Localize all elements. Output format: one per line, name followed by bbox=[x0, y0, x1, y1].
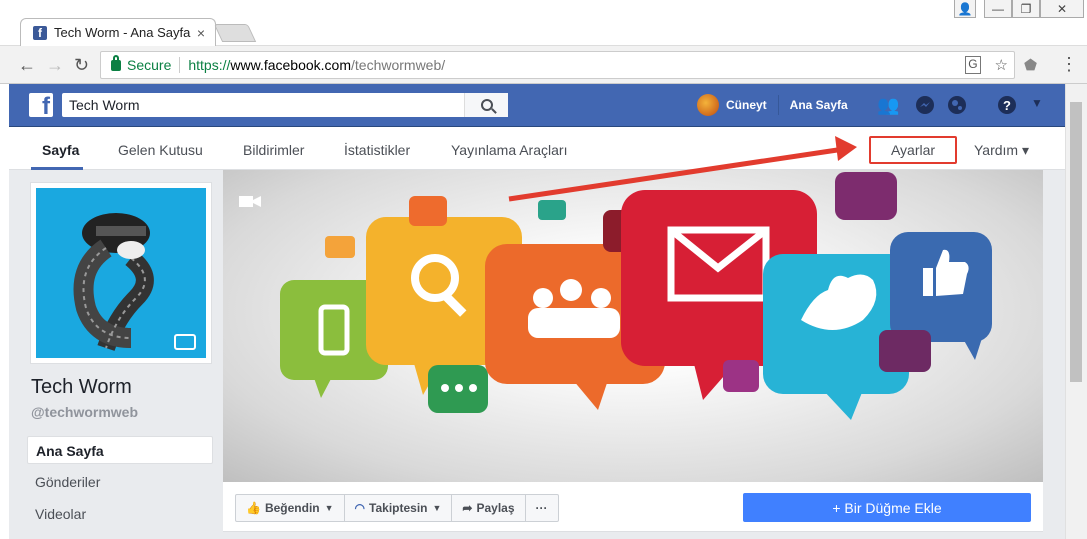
chevron-down-icon: ▼ bbox=[324, 503, 334, 513]
share-label: Paylaş bbox=[476, 501, 515, 515]
share-arrow-icon: ➦ bbox=[462, 501, 473, 515]
back-icon[interactable]: ← bbox=[18, 55, 36, 76]
new-tab-button[interactable] bbox=[213, 24, 257, 42]
maximize-button[interactable]: ❐ bbox=[1012, 0, 1040, 18]
camera-icon[interactable] bbox=[174, 334, 196, 350]
home-link[interactable]: Ana Sayfa bbox=[790, 98, 848, 112]
follow-label: Takiptesin bbox=[369, 501, 428, 515]
sidebar-item-home[interactable]: Ana Sayfa bbox=[27, 436, 213, 464]
page-scrollbar[interactable] bbox=[1065, 84, 1087, 539]
annotation-arrow bbox=[508, 136, 857, 202]
rss-icon: ◠ bbox=[354, 501, 366, 515]
forward-icon[interactable]: → bbox=[46, 55, 64, 76]
secure-label: Secure bbox=[127, 57, 172, 73]
follow-button[interactable]: ◠ Takiptesin ▼ bbox=[345, 495, 453, 521]
caret-down-icon[interactable]: ▼ bbox=[1031, 96, 1043, 110]
more-button[interactable]: ··· bbox=[526, 495, 558, 521]
help-icon[interactable]: ? bbox=[997, 95, 1017, 120]
svg-text:?: ? bbox=[1003, 98, 1011, 113]
browser-title-bar: 👤 — ❐ ✕ f Tech Worm - Ana Sayfa × bbox=[0, 0, 1087, 46]
reload-icon[interactable]: ↻ bbox=[74, 55, 89, 76]
sidebar-item-videos[interactable]: Videolar bbox=[27, 500, 213, 528]
browser-toolbar: ← → ↻ Secure https:// www.facebook.com /… bbox=[0, 46, 1087, 84]
avatar[interactable] bbox=[697, 94, 719, 116]
chevron-down-icon: ▼ bbox=[432, 503, 442, 513]
more-icon: ··· bbox=[535, 501, 548, 515]
search-icon bbox=[480, 99, 493, 111]
page-content: Tech Worm @techwormweb Ana Sayfa Gönderi… bbox=[9, 136, 1078, 539]
share-button[interactable]: ➦ Paylaş bbox=[452, 495, 526, 521]
minimize-button[interactable]: — bbox=[984, 0, 1012, 18]
chrome-menu-icon[interactable]: ⋮ bbox=[1060, 54, 1078, 75]
page-action-bar: 👍 Beğendin ▼ ◠ Takiptesin ▼ ➦ Paylaş ···… bbox=[223, 482, 1043, 532]
cta-label: + Bir Düğme Ekle bbox=[832, 499, 942, 516]
user-name-link[interactable]: Cüneyt bbox=[726, 98, 767, 112]
add-button-cta[interactable]: + Bir Düğme Ekle bbox=[743, 493, 1031, 522]
url-scheme: https:// bbox=[188, 57, 231, 73]
messenger-icon[interactable] bbox=[915, 95, 935, 120]
facebook-favicon-icon: f bbox=[33, 25, 47, 40]
bookmark-star-icon[interactable]: ☆ bbox=[995, 56, 1008, 74]
action-button-group: 👍 Beğendin ▼ ◠ Takiptesin ▼ ➦ Paylaş ··· bbox=[235, 494, 559, 522]
url-path: /techwormweb/ bbox=[351, 57, 446, 73]
header-separator bbox=[777, 95, 779, 115]
omnibox-separator bbox=[179, 57, 181, 73]
like-button[interactable]: 👍 Beğendin ▼ bbox=[236, 495, 345, 521]
profile-icon[interactable]: 👤 bbox=[954, 0, 976, 18]
facebook-header: f Tech Worm Cüneyt Ana Sayfa 👥 ? ▼ bbox=[9, 84, 1078, 127]
user-nav: Cüneyt Ana Sayfa bbox=[697, 94, 848, 116]
page-title: Tech Worm bbox=[31, 376, 132, 398]
search-button[interactable] bbox=[464, 93, 508, 117]
tab-title: Tech Worm - Ana Sayfa bbox=[54, 25, 191, 40]
facebook-logo-icon[interactable]: f bbox=[29, 93, 53, 117]
globe-icon[interactable] bbox=[947, 95, 967, 120]
like-label: Beğendin bbox=[264, 501, 320, 515]
translate-icon[interactable]: G bbox=[965, 56, 981, 74]
address-bar[interactable]: Secure https:// www.facebook.com /techwo… bbox=[100, 51, 1015, 79]
search-input[interactable]: Tech Worm bbox=[62, 93, 508, 117]
thumbs-up-icon: 👍 bbox=[246, 501, 261, 515]
scrollbar-thumb[interactable] bbox=[1070, 102, 1082, 382]
search-value: Tech Worm bbox=[69, 97, 140, 113]
lock-icon bbox=[111, 54, 121, 71]
close-window-button[interactable]: ✕ bbox=[1040, 0, 1084, 18]
url-host: www.facebook.com bbox=[230, 57, 351, 73]
shield-icon[interactable]: ⬟ bbox=[1024, 56, 1037, 74]
tab-close-icon[interactable]: × bbox=[197, 25, 205, 41]
friends-icon[interactable]: 👥 bbox=[877, 95, 899, 116]
page-handle[interactable]: @techwormweb bbox=[31, 404, 138, 420]
sidebar-item-posts[interactable]: Gönderiler bbox=[27, 468, 213, 496]
browser-tab[interactable]: f Tech Worm - Ana Sayfa × bbox=[20, 18, 216, 46]
secure-indicator[interactable]: Secure bbox=[101, 54, 172, 73]
